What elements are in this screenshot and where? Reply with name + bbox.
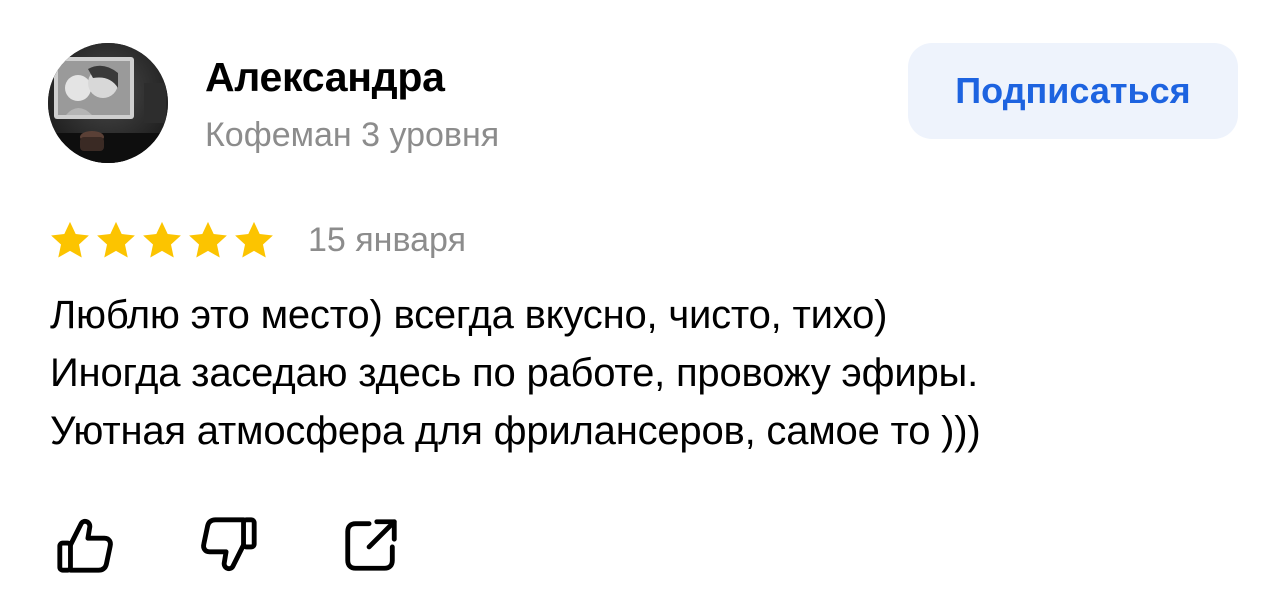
star-icon xyxy=(189,221,227,258)
thumbs-up-icon xyxy=(57,518,113,573)
star-icon xyxy=(143,221,181,258)
avatar-photo xyxy=(48,43,168,163)
dislike-button[interactable] xyxy=(196,512,262,578)
author-level: Кофеман 3 уровня xyxy=(205,116,500,154)
review-date: 15 января xyxy=(308,221,466,259)
like-button[interactable] xyxy=(52,512,118,578)
review-card: Александра Кофеман 3 уровня Подписаться … xyxy=(0,0,1280,612)
star-icon xyxy=(51,221,89,258)
avatar[interactable] xyxy=(48,43,168,163)
star-icon xyxy=(235,221,273,258)
review-text: Люблю это место) всегда вкусно, чисто, т… xyxy=(50,286,1250,460)
star-rating xyxy=(48,219,276,263)
author-name[interactable]: Александра xyxy=(205,54,445,101)
review-text-line: Иногда заседаю здесь по работе, провожу … xyxy=(50,351,979,395)
share-icon xyxy=(345,519,397,571)
subscribe-button[interactable]: Подписаться xyxy=(908,43,1238,139)
star-icon xyxy=(97,221,135,258)
review-text-line: Люблю это место) всегда вкусно, чисто, т… xyxy=(50,293,888,337)
share-button[interactable] xyxy=(338,512,404,578)
thumbs-down-icon xyxy=(201,517,257,572)
review-text-line: Уютная атмосфера для фрилансеров, самое … xyxy=(50,409,981,453)
